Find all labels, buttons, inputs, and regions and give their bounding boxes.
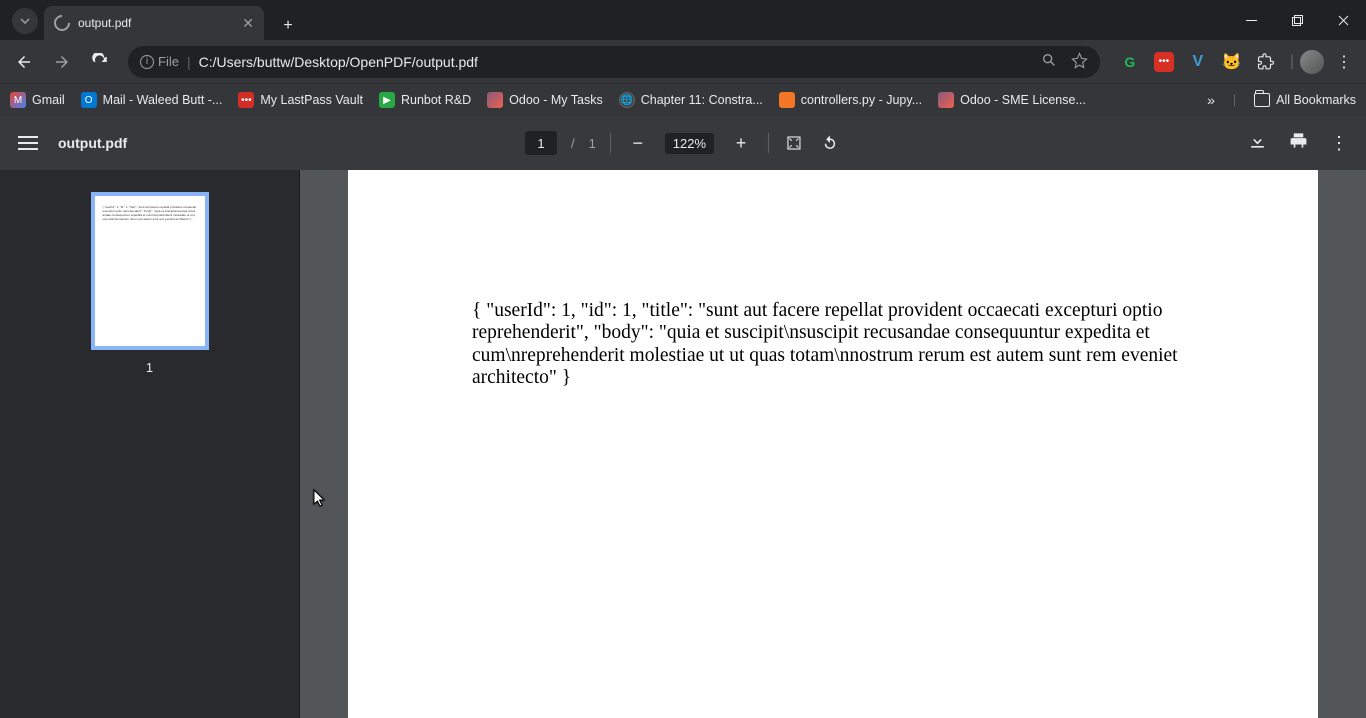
extension-vimeo-icon[interactable]: V — [1188, 52, 1208, 72]
toolbar-divider: | — [1290, 53, 1294, 71]
odoo-icon — [938, 92, 954, 108]
runbot-icon: ▶ — [379, 92, 395, 108]
scheme-label: File — [158, 54, 179, 69]
bookmark-label: Runbot R&D — [401, 93, 471, 107]
window-close-button[interactable] — [1320, 0, 1366, 40]
bookmark-star-icon[interactable] — [1071, 52, 1088, 72]
print-button[interactable] — [1289, 131, 1308, 155]
zoom-value: 122% — [665, 133, 714, 154]
divider — [768, 133, 769, 153]
bookmark-label: Odoo - My Tasks — [509, 93, 603, 107]
page-thumbnail[interactable]: { "userId": 1, "id": 1, "title": "sunt a… — [91, 192, 209, 350]
extensions-button[interactable] — [1256, 52, 1276, 72]
addr-divider: | — [187, 54, 191, 70]
lastpass-icon: ••• — [238, 92, 254, 108]
browser-toolbar: i File | C:/Users/buttw/Desktop/OpenPDF/… — [0, 40, 1366, 83]
all-bookmarks-label: All Bookmarks — [1276, 93, 1356, 107]
bookmark-label: My LastPass Vault — [260, 93, 363, 107]
bookmark-odoo-sme[interactable]: Odoo - SME License... — [938, 92, 1086, 108]
window-maximize-button[interactable] — [1274, 0, 1320, 40]
titlebar: output.pdf ✕ + — [0, 0, 1366, 40]
site-info-chip[interactable]: i File — [140, 54, 179, 69]
zoom-in-button[interactable]: + — [728, 130, 754, 156]
info-icon: i — [140, 55, 154, 69]
gmail-icon: M — [10, 92, 26, 108]
thumbnail-preview-text: { "userId": 1, "id": 1, "title": "sunt a… — [103, 206, 197, 222]
browser-menu-button[interactable]: ⋮ — [1330, 52, 1358, 72]
pdf-page-content[interactable]: { "userId": 1, "id": 1, "title": "sunt a… — [472, 300, 1194, 390]
pdf-toolbar: output.pdf / 1 − 122% + ⋮ — [0, 116, 1366, 170]
fit-to-page-button[interactable] — [783, 132, 805, 154]
page-total: 1 — [589, 136, 596, 151]
address-path: C:/Users/buttw/Desktop/OpenPDF/output.pd… — [199, 54, 478, 70]
bookmark-label: controllers.py - Jupy... — [801, 93, 922, 107]
back-button[interactable] — [8, 46, 40, 78]
extension-lastpass-icon[interactable]: ••• — [1154, 52, 1174, 72]
bookmark-odoo-tasks[interactable]: Odoo - My Tasks — [487, 92, 603, 108]
window-minimize-button[interactable] — [1228, 0, 1274, 40]
bookmarks-divider: | — [1233, 93, 1236, 107]
bookmark-label: Chapter 11: Constra... — [641, 93, 763, 107]
rotate-button[interactable] — [819, 132, 841, 154]
tab-favicon — [51, 12, 74, 35]
thumbnail-page-number: 1 — [146, 360, 153, 375]
forward-button[interactable] — [46, 46, 78, 78]
sidebar-toggle-button[interactable] — [18, 136, 38, 150]
divider — [610, 133, 611, 153]
odoo-icon — [487, 92, 503, 108]
bookmarks-bar: M Gmail O Mail - Waleed Butt -... ••• My… — [0, 83, 1366, 116]
tab-title: output.pdf — [78, 16, 131, 30]
pdf-viewer: output.pdf / 1 − 122% + ⋮ — [0, 116, 1366, 718]
bookmark-outlook[interactable]: O Mail - Waleed Butt -... — [81, 92, 223, 108]
all-bookmarks-button[interactable]: All Bookmarks — [1254, 93, 1356, 107]
zoom-out-button[interactable]: − — [625, 130, 651, 156]
folder-icon — [1254, 93, 1270, 107]
zoom-indicator-icon[interactable] — [1041, 52, 1057, 71]
pdf-page: { "userId": 1, "id": 1, "title": "sunt a… — [348, 170, 1318, 718]
extension-icon[interactable]: 🐱 — [1222, 52, 1242, 72]
new-tab-button[interactable]: + — [274, 12, 302, 40]
outlook-icon: O — [81, 92, 97, 108]
bookmark-label: Gmail — [32, 93, 65, 107]
pdf-toolbar-right: ⋮ — [1248, 131, 1348, 155]
bookmarks-overflow-button[interactable]: » — [1207, 92, 1215, 108]
thumbnail-sidebar: { "userId": 1, "id": 1, "title": "sunt a… — [0, 170, 300, 718]
pdf-toolbar-center: / 1 − 122% + — [525, 130, 841, 156]
page-sep: / — [571, 136, 575, 151]
bookmark-jupyter[interactable]: controllers.py - Jupy... — [779, 92, 922, 108]
profile-avatar[interactable] — [1300, 50, 1324, 74]
pdf-more-button[interactable]: ⋮ — [1330, 133, 1348, 154]
download-button[interactable] — [1248, 131, 1267, 155]
page-canvas-area[interactable]: { "userId": 1, "id": 1, "title": "sunt a… — [300, 170, 1366, 718]
bookmark-chapter[interactable]: 🌐 Chapter 11: Constra... — [619, 92, 763, 108]
reload-button[interactable] — [84, 46, 116, 78]
jupyter-icon — [779, 92, 795, 108]
tab-search-dropdown[interactable] — [12, 8, 38, 34]
globe-icon: 🌐 — [619, 92, 635, 108]
tab-close-button[interactable]: ✕ — [242, 15, 254, 32]
bookmark-lastpass[interactable]: ••• My LastPass Vault — [238, 92, 363, 108]
page-number-input[interactable] — [525, 131, 557, 155]
pdf-body: { "userId": 1, "id": 1, "title": "sunt a… — [0, 170, 1366, 718]
bookmark-gmail[interactable]: M Gmail — [10, 92, 65, 108]
bookmark-label: Mail - Waleed Butt -... — [103, 93, 223, 107]
extension-icons: G ••• V 🐱 — [1112, 52, 1284, 72]
address-bar[interactable]: i File | C:/Users/buttw/Desktop/OpenPDF/… — [128, 46, 1100, 78]
window-controls — [1228, 0, 1366, 40]
extension-grammarly-icon[interactable]: G — [1120, 52, 1140, 72]
bookmark-runbot[interactable]: ▶ Runbot R&D — [379, 92, 471, 108]
bookmark-label: Odoo - SME License... — [960, 93, 1086, 107]
pdf-filename: output.pdf — [58, 135, 127, 151]
browser-tab[interactable]: output.pdf ✕ — [44, 6, 264, 40]
